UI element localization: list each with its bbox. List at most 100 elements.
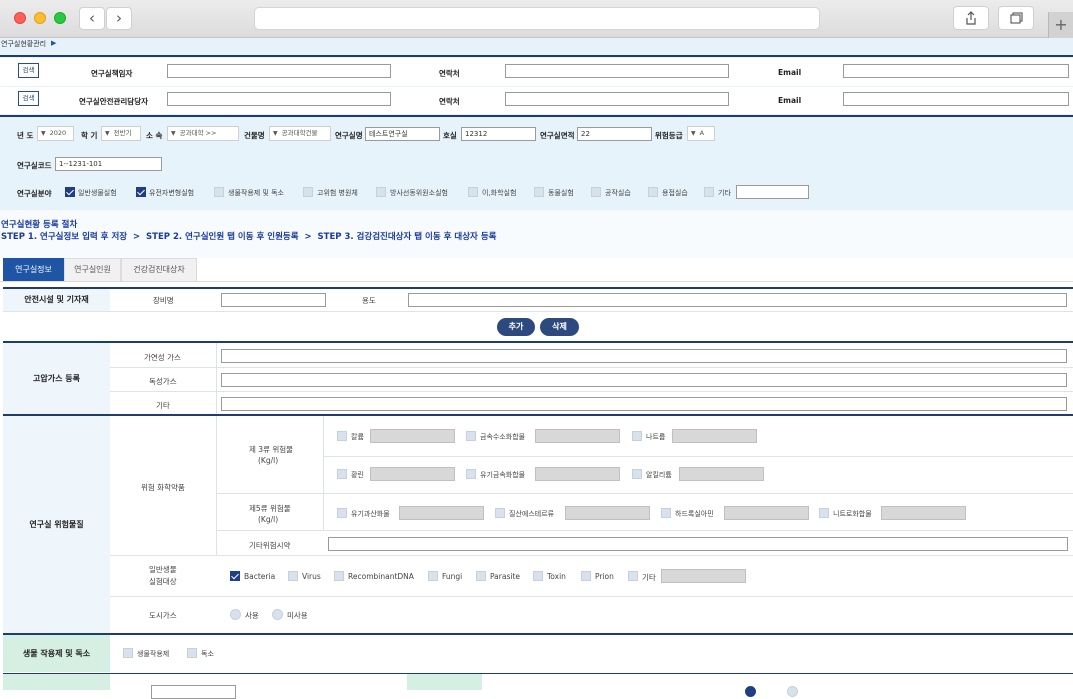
field-checkbox[interactable] xyxy=(704,187,714,197)
field-checkbox[interactable] xyxy=(591,187,601,197)
semester-select[interactable]: ▼ 전반기 xyxy=(101,126,141,141)
safety-manager-search-button[interactable]: 검색 xyxy=(18,91,39,106)
bio-agent-checkbox[interactable] xyxy=(123,648,133,658)
equipment-input[interactable] xyxy=(221,293,326,307)
minimize-window-button[interactable] xyxy=(34,12,46,24)
class3-amount-input[interactable] xyxy=(535,467,620,481)
next-row-border xyxy=(3,673,1073,674)
next-row-radio-2[interactable] xyxy=(787,686,798,697)
field-checkbox[interactable] xyxy=(534,187,544,197)
flammable-gas-input[interactable] xyxy=(221,349,1067,363)
bio-checkbox[interactable] xyxy=(288,571,298,581)
bio-other-input[interactable] xyxy=(661,569,746,583)
hazard-section-label: 연구실 위험물질 xyxy=(3,416,110,633)
new-tab-button[interactable]: + xyxy=(1048,12,1073,38)
field-other-input[interactable] xyxy=(736,185,809,199)
bio-checkbox[interactable] xyxy=(581,571,591,581)
next-row-input[interactable] xyxy=(151,685,236,699)
field-checkbox[interactable] xyxy=(648,187,658,197)
class5-amount-input[interactable] xyxy=(724,506,809,520)
next-row-label-cell-2 xyxy=(407,674,482,690)
lab-code-input[interactable]: 1--1231-101 xyxy=(55,157,162,171)
class3-amount-input[interactable] xyxy=(370,429,455,443)
year-value: 2020 xyxy=(49,129,67,137)
field-option-label: 고위험 병원체 xyxy=(317,189,358,197)
safety-manager-input[interactable] xyxy=(167,92,391,106)
tab-health-check[interactable]: 건강검진대상자 xyxy=(121,258,197,281)
area-input[interactable]: 22 xyxy=(577,127,652,141)
room-input[interactable]: 12312 xyxy=(461,127,536,141)
class5-amount-input[interactable] xyxy=(881,506,966,520)
class5-checkbox[interactable] xyxy=(661,508,671,518)
class3-amount-input[interactable] xyxy=(370,467,455,481)
risk-grade-select[interactable]: ▼ A xyxy=(687,126,715,141)
class3-checkbox[interactable] xyxy=(466,431,476,441)
class5-amount-input[interactable] xyxy=(565,506,650,520)
divider xyxy=(216,493,1073,494)
bio-checkbox[interactable] xyxy=(476,571,486,581)
tab-lab-info[interactable]: 연구실정보 xyxy=(3,258,64,281)
usage-input[interactable] xyxy=(408,293,1067,307)
close-window-button[interactable] xyxy=(14,12,26,24)
manager-email-input[interactable] xyxy=(843,64,1069,78)
safety-contact-input[interactable] xyxy=(505,92,729,106)
city-gas-use-radio[interactable] xyxy=(230,609,241,620)
field-checkbox[interactable] xyxy=(376,187,386,197)
class3-checkbox[interactable] xyxy=(632,469,642,479)
field-checkbox[interactable] xyxy=(214,187,224,197)
forward-button[interactable]: › xyxy=(106,7,132,30)
maximize-window-button[interactable] xyxy=(54,12,66,24)
chevron-down-icon: ▼ xyxy=(105,130,110,137)
class5-checkbox[interactable] xyxy=(337,508,347,518)
class3-checkbox[interactable] xyxy=(337,431,347,441)
add-button[interactable]: 추가 xyxy=(497,318,535,336)
department-select[interactable]: ▼ 공과대학 >> xyxy=(167,126,239,141)
building-select[interactable]: ▼ 공과대학건물 xyxy=(269,126,331,141)
next-row-radio[interactable] xyxy=(745,686,756,697)
back-button[interactable]: ‹ xyxy=(79,7,105,30)
field-checkbox[interactable] xyxy=(65,187,75,197)
tab-lab-personnel[interactable]: 연구실인원 xyxy=(64,258,121,281)
class5-checkbox[interactable] xyxy=(495,508,505,518)
class5-amount-input[interactable] xyxy=(399,506,484,520)
gas-row-label: 가연성 가스 xyxy=(144,353,181,362)
address-bar[interactable] xyxy=(254,7,820,30)
divider xyxy=(110,555,1073,556)
bio-checkbox[interactable] xyxy=(334,571,344,581)
bio-checkbox[interactable] xyxy=(628,571,638,581)
class5-unit-label: (Kg/l) xyxy=(258,515,279,524)
manager-contact-input[interactable] xyxy=(505,64,729,78)
class5-item-label: 유기과산화물 xyxy=(351,510,390,518)
class3-amount-input[interactable] xyxy=(679,467,764,481)
people-top-border xyxy=(0,55,1073,57)
department-label: 소 속 xyxy=(146,131,163,140)
class3-checkbox[interactable] xyxy=(632,431,642,441)
toxin-checkbox[interactable] xyxy=(187,648,197,658)
bio-checkbox[interactable] xyxy=(533,571,543,581)
bio-checkbox[interactable] xyxy=(428,571,438,581)
class3-amount-input[interactable] xyxy=(672,429,757,443)
bio-checkbox[interactable] xyxy=(230,571,240,581)
year-select[interactable]: ▼ 2020 xyxy=(37,126,74,141)
class5-checkbox[interactable] xyxy=(819,508,829,518)
class3-amount-input[interactable] xyxy=(535,429,620,443)
field-checkbox[interactable] xyxy=(468,187,478,197)
other-gas-input[interactable] xyxy=(221,397,1067,411)
safety-email-input[interactable] xyxy=(843,92,1069,106)
lab-name-input[interactable]: 테스트연구실 xyxy=(365,127,440,141)
class3-item-label: 유기금속화합물 xyxy=(480,471,526,479)
other-reagent-input[interactable] xyxy=(328,537,1068,551)
class3-checkbox[interactable] xyxy=(466,469,476,479)
manager-input[interactable] xyxy=(167,64,391,78)
next-row-label-cell xyxy=(3,674,110,690)
delete-button[interactable]: 삭제 xyxy=(540,318,579,336)
city-gas-nonuse-radio[interactable] xyxy=(272,609,283,620)
toxic-gas-input[interactable] xyxy=(221,373,1067,387)
field-checkbox[interactable] xyxy=(303,187,313,197)
tabs-button[interactable] xyxy=(998,6,1034,30)
class3-checkbox[interactable] xyxy=(337,469,347,479)
manager-search-button[interactable]: 검색 xyxy=(18,63,39,78)
field-checkbox[interactable] xyxy=(136,187,146,197)
share-button[interactable] xyxy=(953,6,989,30)
department-value: 공과대학 >> xyxy=(179,129,217,137)
